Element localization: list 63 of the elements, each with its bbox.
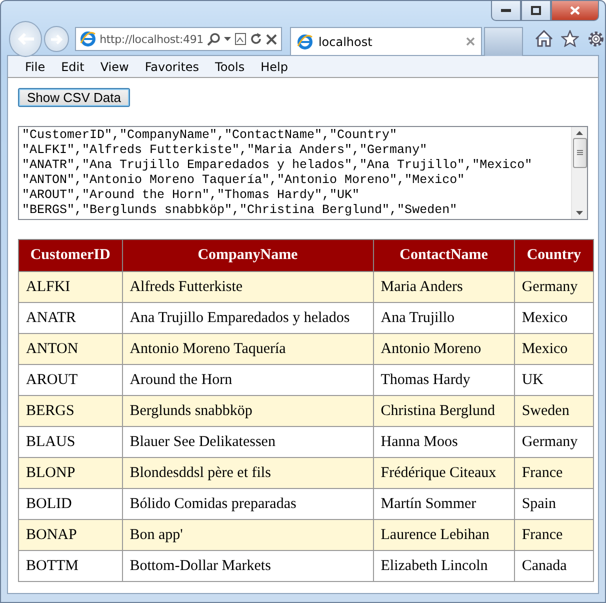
table-cell: BOTTM [18,550,122,582]
arrow-left-icon [16,32,35,46]
close-tab-icon[interactable] [466,37,476,46]
column-header: CompanyName [122,240,374,272]
scroll-down-icon[interactable] [576,211,583,215]
table-cell: ANTON [18,334,122,364]
column-header: ContactName [373,240,514,272]
scroll-thumb[interactable] [572,138,586,168]
column-header: CustomerID [18,240,122,272]
close-icon [570,6,580,15]
menu-item[interactable]: File [18,60,54,74]
stop-icon[interactable] [266,34,278,44]
show-csv-data-button[interactable]: Show CSV Data [18,88,130,107]
menu-item[interactable]: Tools [208,60,254,74]
page-icon[interactable] [235,33,246,45]
tab-title: localhost [318,34,374,48]
close-button[interactable] [551,1,599,21]
restore-button[interactable] [521,1,551,21]
table-cell: France [514,458,594,488]
table-cell: Bon app' [122,520,374,550]
menu-item[interactable]: Edit [54,60,94,74]
browser-logo-icon [297,34,314,50]
table-cell: Laurence Lebihan [373,520,514,550]
table-cell: Blondesddsl père et fils [122,458,374,488]
menu-item[interactable]: Favorites [138,60,208,74]
table-cell: Canada [514,550,594,582]
browser-logo-icon [80,31,96,47]
table-cell: ALFKI [18,272,122,302]
table-cell: Frédérique Citeaux [373,458,514,488]
menu-item[interactable]: Help [254,60,297,74]
arrow-right-icon [50,34,64,44]
table-cell: Germany [514,272,594,302]
table-cell: Antonio Moreno Taquería [122,334,374,364]
table-cell: Berglunds snabbköp [122,396,374,426]
refresh-icon[interactable] [250,33,262,45]
star-icon[interactable] [561,30,580,47]
table-cell: Maria Anders [373,272,514,302]
search-icon[interactable] [207,32,220,46]
table-cell: France [514,520,594,550]
table-cell: Bottom-Dollar Markets [122,550,374,582]
restore-icon [531,6,541,15]
column-header: Country [514,240,594,272]
address-bar[interactable]: http://localhost:491 [74,27,282,51]
table-cell: BONAP [18,520,122,550]
table-cell: Elizabeth Lincoln [373,550,514,582]
table-cell: BLONP [18,458,122,488]
address-text: http://localhost:491 [100,32,204,46]
caret-icon[interactable] [224,37,232,41]
minimize-icon [501,8,511,12]
home-icon[interactable] [535,30,554,47]
grip-icon [576,150,582,156]
table-cell: Sweden [514,396,594,426]
table-cell: BERGS [18,396,122,426]
menu-item[interactable]: View [93,60,138,74]
table-cell: Antonio Moreno [373,334,514,364]
table-cell: Christina Berglund [373,396,514,426]
scroll-up-icon[interactable] [576,131,583,135]
settings-icon[interactable] [587,30,606,48]
minimize-button[interactable] [491,1,521,21]
table-cell: Mexico [514,334,594,364]
browser-tab[interactable]: localhost [290,27,482,55]
scrollbar[interactable] [571,127,587,219]
table-cell: Alfreds Futterkiste [122,272,374,302]
